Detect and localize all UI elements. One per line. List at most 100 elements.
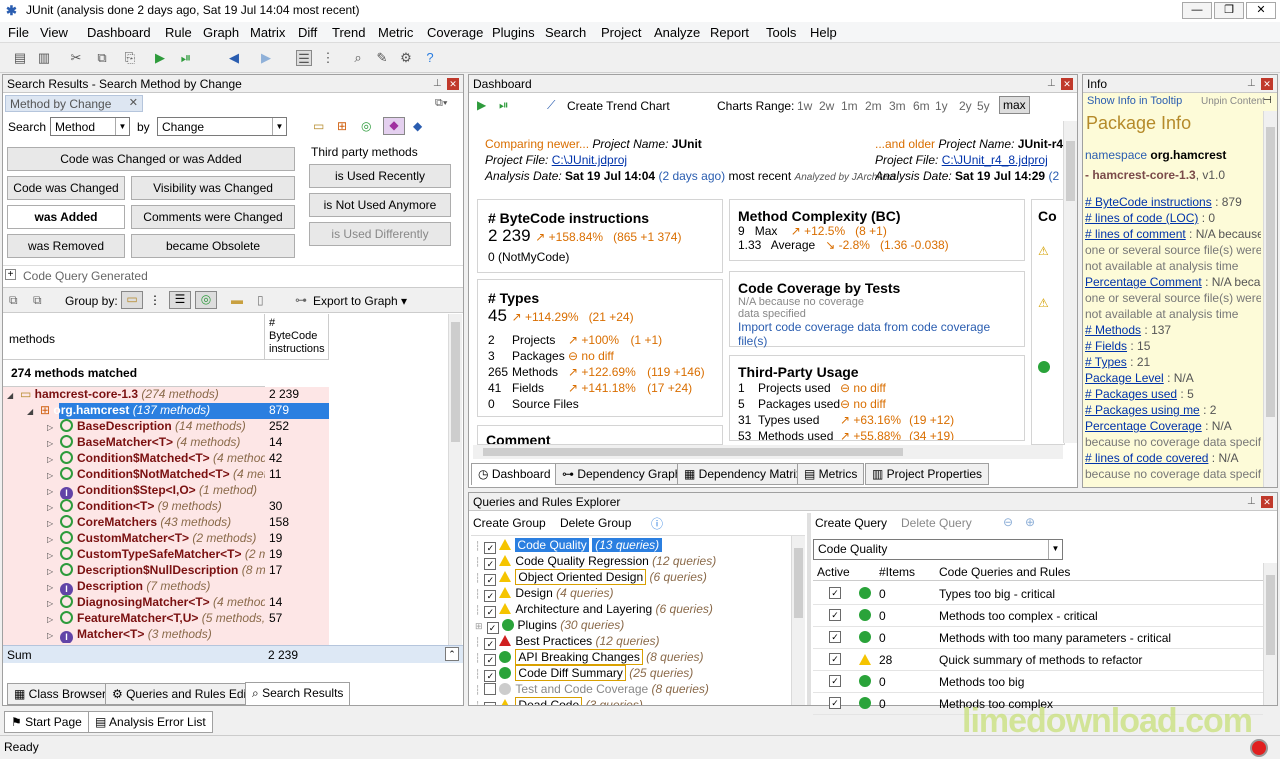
- groups-scrollbar[interactable]: [791, 536, 805, 705]
- col-items[interactable]: #Items: [879, 565, 915, 579]
- range-max[interactable]: max: [999, 96, 1030, 114]
- maximize-button[interactable]: ❐: [1214, 2, 1244, 19]
- group-type-icon[interactable]: ☰: [169, 291, 191, 309]
- menu-analyze[interactable]: Analyze: [654, 25, 700, 40]
- table-row[interactable]: ▷ BaseMatcher<T> (4 methods): [47, 435, 265, 451]
- tab-dashboard[interactable]: ◷ Dashboard: [471, 463, 558, 485]
- delete-group-button[interactable]: Delete Group: [560, 516, 631, 530]
- collapse-arrow-icon[interactable]: ◢: [7, 391, 16, 400]
- dashboard-hscroll[interactable]: [473, 445, 1063, 459]
- grid-icon[interactable]: ⊞: [337, 119, 347, 133]
- tools-icon[interactable]: ✎: [374, 50, 390, 66]
- scroll-thumb[interactable]: [1266, 575, 1275, 655]
- was-removed-button[interactable]: was Removed: [7, 234, 125, 258]
- query-group-item[interactable]: ┆ ✓ Object Oriented Design (6 queries): [475, 569, 707, 586]
- range-1w[interactable]: 1w: [797, 99, 812, 113]
- rule-row[interactable]: ✓ 0 Methods too complex - critical: [813, 605, 1263, 627]
- menu-matrix[interactable]: Matrix: [250, 25, 285, 40]
- expand-arrow-icon[interactable]: ▷: [47, 471, 56, 480]
- checkbox[interactable]: ✓: [484, 574, 497, 586]
- menu-project[interactable]: Project: [601, 25, 641, 40]
- col-bytecode-header[interactable]: # ByteCode instructions: [265, 314, 329, 360]
- checkbox[interactable]: ✓: [486, 622, 499, 634]
- project-file-old-link[interactable]: C:\JUnit_r4_8.jdproj: [942, 153, 1048, 167]
- active-checkbox[interactable]: ✓: [829, 697, 841, 709]
- forward-icon[interactable]: ▶: [258, 50, 274, 66]
- search-by-select[interactable]: Change ▼: [157, 117, 287, 136]
- tree-view-icon[interactable]: ☰: [296, 50, 312, 66]
- used-differently-button[interactable]: is Used Differently: [309, 222, 451, 246]
- coverage-card[interactable]: Code Coverage by Tests N/A because no co…: [729, 271, 1025, 348]
- table-row[interactable]: ▷ CoreMatchers (43 methods): [47, 515, 265, 531]
- table-row[interactable]: ▷ Description$NullDescription (8 me: [47, 563, 265, 579]
- run-icon[interactable]: ▶: [477, 98, 486, 112]
- close-icon[interactable]: ✕: [1061, 78, 1073, 90]
- group-package-icon[interactable]: ⋮: [149, 293, 161, 307]
- tab-class-browser[interactable]: ▦ Class Browser: [7, 683, 114, 705]
- create-trend-chart-button[interactable]: Create Trend Chart: [567, 99, 670, 113]
- tab-analysis-error-list[interactable]: ▤ Analysis Error List: [88, 711, 213, 733]
- query-group-item[interactable]: ┆ ✓ Code Diff Summary (25 queries): [475, 665, 693, 682]
- comments-changed-button[interactable]: Comments were Changed: [131, 205, 295, 229]
- menu-coverage[interactable]: Coverage: [427, 25, 483, 40]
- col-methods-header[interactable]: methods: [3, 314, 265, 360]
- range-2y[interactable]: 2y: [959, 99, 972, 113]
- third-party-card[interactable]: Third-Party Usage 1 Projects used ⊖ no dif…: [729, 355, 1025, 441]
- forward-icon[interactable]: ⊕: [1025, 515, 1035, 529]
- tab-queries-rules-edit[interactable]: ⚙ Queries and Rules Edit: [105, 683, 257, 705]
- query-group-select[interactable]: Code Quality ▼: [813, 539, 1063, 560]
- range-2w[interactable]: 2w: [819, 99, 834, 113]
- table-row[interactable]: ▷ CustomTypeSafeMatcher<T> (2 m: [47, 547, 265, 563]
- checkbox[interactable]: ✓: [484, 670, 497, 682]
- tab-search-results[interactable]: ⌕ Search Results: [245, 682, 351, 705]
- expand-arrow-icon[interactable]: ▷: [47, 615, 56, 624]
- delete-query-button[interactable]: Delete Query: [901, 516, 972, 530]
- range-3m[interactable]: 3m: [889, 99, 906, 113]
- table-row[interactable]: ◢ ⊞ org.hamcrest (137 methods): [27, 403, 210, 419]
- run-report-icon[interactable]: ⏯: [178, 50, 194, 66]
- range-2m[interactable]: 2m: [865, 99, 882, 113]
- expand-arrow-icon[interactable]: ▷: [47, 599, 56, 608]
- range-1y[interactable]: 1y: [935, 99, 948, 113]
- help-icon[interactable]: ?: [422, 50, 438, 66]
- col-rules[interactable]: Code Queries and Rules: [939, 565, 1070, 579]
- query-group-item[interactable]: ⊞ ✓ Plugins (30 queries): [475, 618, 624, 634]
- menu-plugins[interactable]: Plugins: [492, 25, 535, 40]
- back-icon[interactable]: ◀: [226, 50, 242, 66]
- scroll-thumb[interactable]: [1066, 141, 1075, 201]
- code-query-generated-label[interactable]: Code Query Generated: [23, 269, 148, 283]
- expand-arrow-icon[interactable]: ▷: [47, 567, 56, 576]
- show-info-tooltip-link[interactable]: Show Info in Tooltip: [1087, 95, 1182, 107]
- checkbox[interactable]: ✓: [484, 558, 497, 570]
- table-row[interactable]: ▷ BaseDescription (14 methods): [47, 419, 265, 435]
- pin-icon[interactable]: ⊥: [433, 78, 443, 90]
- rules-scrollbar[interactable]: [1263, 563, 1277, 705]
- collapse-all-icon[interactable]: ⧉: [33, 293, 42, 308]
- back-icon[interactable]: ⊖: [1003, 515, 1013, 529]
- checkbox[interactable]: ✓: [484, 606, 497, 618]
- expand-arrow-icon[interactable]: ▷: [47, 583, 56, 592]
- expand-arrow-icon[interactable]: ▷: [47, 487, 56, 496]
- pin-icon[interactable]: ⊥: [1247, 78, 1257, 90]
- scroll-thumb[interactable]: [451, 322, 460, 442]
- expand-icon[interactable]: +: [5, 269, 16, 280]
- expand-arrow-icon[interactable]: ▷: [47, 503, 56, 512]
- pin-icon[interactable]: ⊥: [1247, 496, 1257, 508]
- expand-arrow-icon[interactable]: ▷: [47, 439, 56, 448]
- active-checkbox[interactable]: ✓: [829, 653, 841, 665]
- visibility-changed-button[interactable]: Visibility was Changed: [131, 176, 295, 200]
- code-changed-button[interactable]: Code was Changed: [7, 176, 125, 200]
- table-row[interactable]: ▷ I Description (7 methods): [47, 579, 265, 595]
- results-scrollbar[interactable]: [448, 314, 462, 646]
- active-checkbox[interactable]: ✓: [829, 631, 841, 643]
- active-checkbox[interactable]: ✓: [829, 675, 841, 687]
- project-file-new-link[interactable]: C:\JUnit.jdproj: [552, 153, 627, 167]
- expand-arrow-icon[interactable]: ▷: [47, 519, 56, 528]
- import-coverage-link[interactable]: Import code coverage data from code cove…: [738, 320, 1016, 348]
- tab-metrics[interactable]: ▤ Metrics: [797, 463, 865, 485]
- expand-all-icon[interactable]: ⧉: [9, 293, 18, 308]
- menu-tools[interactable]: Tools: [766, 25, 796, 40]
- refresh-icon[interactable]: ⏯: [499, 98, 509, 113]
- query-icon[interactable]: ▭: [313, 119, 324, 133]
- run-analysis-icon[interactable]: ▶: [152, 50, 168, 66]
